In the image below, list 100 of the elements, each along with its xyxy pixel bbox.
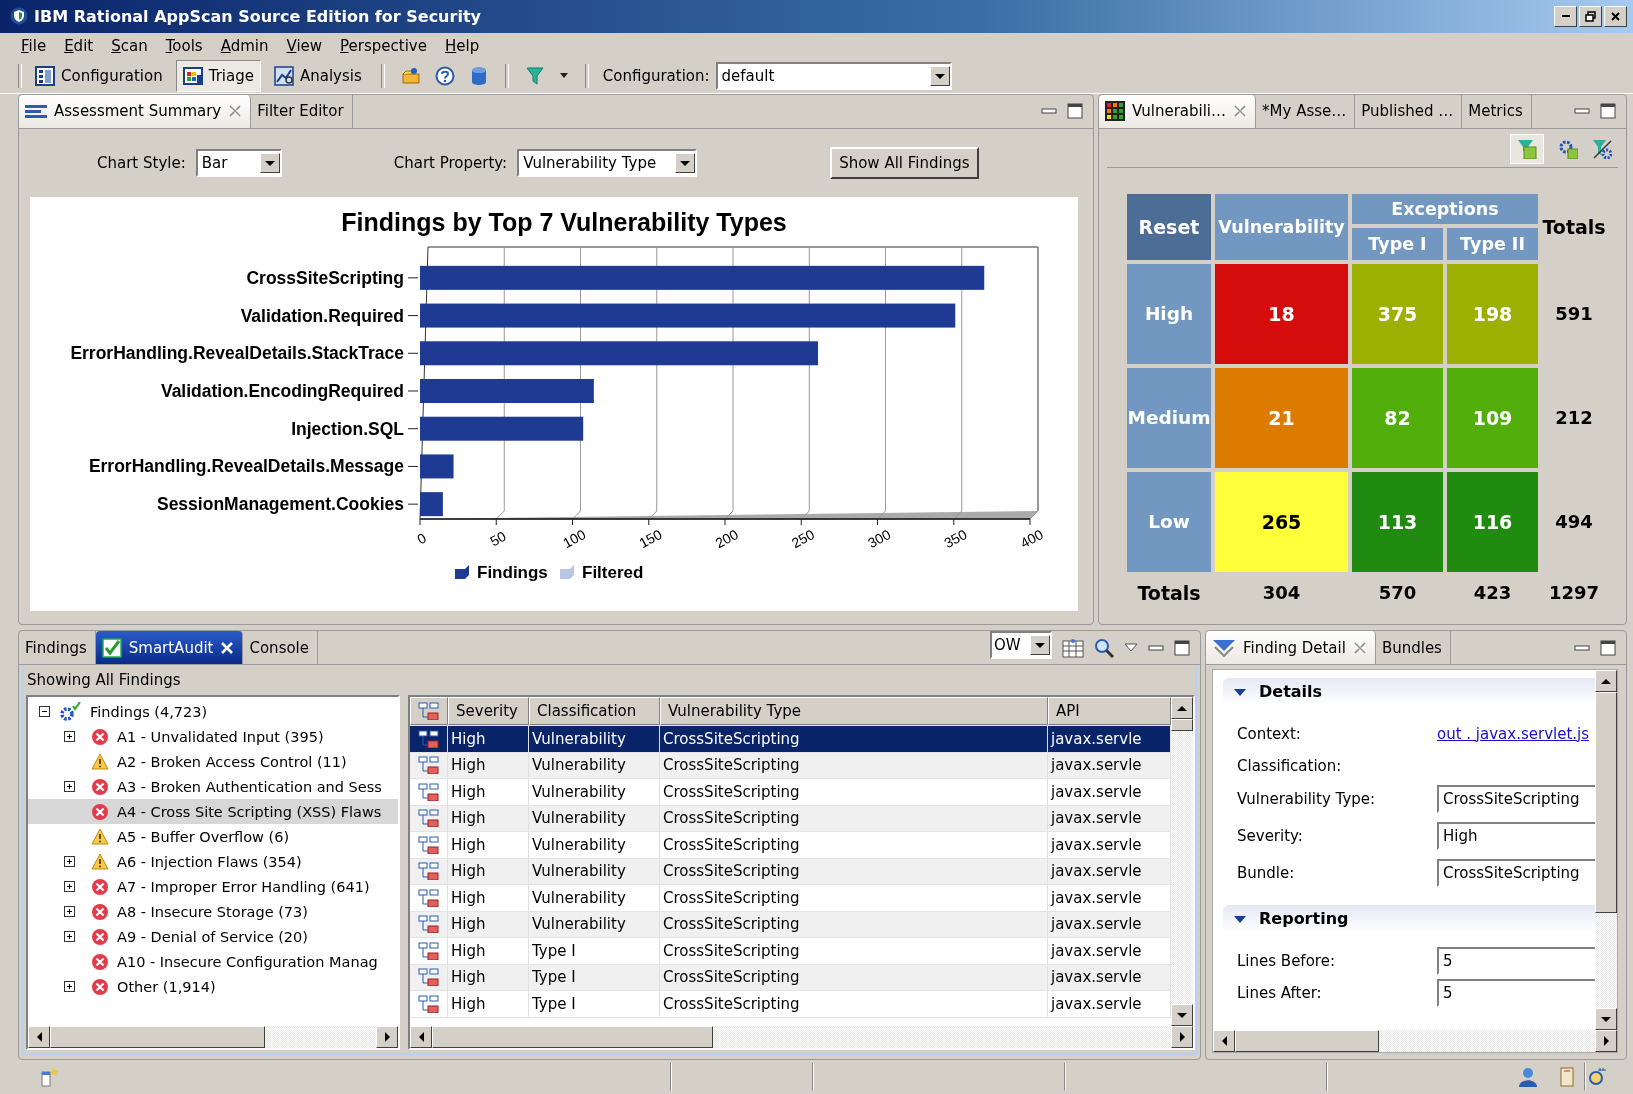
scrollbar-thumb[interactable] bbox=[1235, 1030, 1379, 1053]
tree-item[interactable]: Findings (4,723) bbox=[28, 699, 398, 725]
restore-button[interactable] bbox=[1579, 5, 1602, 27]
scroll-right-button[interactable] bbox=[1171, 1026, 1193, 1049]
vertical-scrollbar[interactable] bbox=[1595, 670, 1617, 1031]
table-row[interactable]: High Vulnerability CrossSiteScripting javax.servle bbox=[410, 805, 1171, 833]
scroll-down-button[interactable] bbox=[1171, 1004, 1193, 1027]
filter-gear-icon[interactable] bbox=[1592, 138, 1612, 159]
tab[interactable]: SmartAudit bbox=[95, 631, 244, 665]
scroll-left-button[interactable] bbox=[410, 1026, 432, 1049]
show-all-findings-button[interactable]: Show All Findings bbox=[830, 146, 979, 179]
minimize-icon[interactable] bbox=[1574, 642, 1590, 653]
column-header[interactable]: Classification bbox=[529, 697, 660, 726]
minimize-icon[interactable] bbox=[1148, 642, 1164, 653]
chart-property-dropdown[interactable]: Vulnerability Type bbox=[517, 148, 698, 177]
scrollbar-thumb[interactable] bbox=[432, 1026, 713, 1049]
chart-style-dropdown[interactable]: Bar bbox=[195, 148, 282, 177]
tree-item[interactable]: A10 - Insecure Configuration Manag bbox=[28, 949, 398, 975]
caret-icon[interactable] bbox=[558, 72, 569, 80]
scrollbar-thumb[interactable] bbox=[50, 1026, 266, 1049]
tab[interactable]: Published … bbox=[1355, 94, 1463, 128]
tab[interactable]: Metrics bbox=[1462, 94, 1532, 128]
perspective-button[interactable]: Configuration bbox=[28, 59, 170, 92]
tab[interactable]: *My Asse… bbox=[1256, 94, 1356, 128]
matrix-cell[interactable]: 116 bbox=[1447, 471, 1538, 572]
tree-item[interactable]: A4 - Cross Site Scripting (XSS) Flaws bbox=[28, 799, 398, 825]
configuration-dropdown[interactable]: default bbox=[715, 61, 952, 90]
table-row[interactable]: High Vulnerability CrossSiteScripting javax.servle bbox=[410, 726, 1171, 753]
maximize-icon[interactable] bbox=[1600, 103, 1616, 120]
minimize-icon[interactable] bbox=[1574, 106, 1590, 117]
menu-item[interactable]: Admin bbox=[211, 36, 278, 55]
menu-item[interactable]: View bbox=[277, 36, 332, 55]
close-icon[interactable] bbox=[220, 640, 235, 655]
collapse-triangle-icon[interactable] bbox=[1233, 913, 1247, 924]
table-row[interactable]: High Vulnerability CrossSiteScripting javax.servle bbox=[410, 858, 1171, 886]
scroll-left-button[interactable] bbox=[28, 1026, 50, 1049]
table-row[interactable]: High Type I CrossSiteScripting javax.servle bbox=[410, 991, 1171, 1018]
tab[interactable]: Bundles bbox=[1375, 631, 1451, 665]
scroll-left-button[interactable] bbox=[1213, 1030, 1235, 1053]
text-field[interactable]: CrossSiteScripting bbox=[1437, 858, 1595, 887]
new-window-icon[interactable] bbox=[40, 1067, 60, 1088]
tree-item[interactable]: A7 - Improper Error Handling (641) bbox=[28, 874, 398, 900]
scrollbar-thumb[interactable] bbox=[1171, 719, 1193, 731]
table-row[interactable]: High Vulnerability CrossSiteScripting javax.servle bbox=[410, 752, 1171, 780]
table-row[interactable]: High Vulnerability CrossSiteScripting javax.servle bbox=[410, 832, 1171, 859]
person-icon[interactable] bbox=[1518, 1067, 1538, 1088]
help-icon[interactable] bbox=[434, 65, 455, 86]
tree-item[interactable]: A2 - Broken Access Control (11) bbox=[28, 749, 398, 775]
scroll-right-button[interactable] bbox=[376, 1026, 398, 1049]
expand-icon[interactable] bbox=[64, 931, 75, 943]
perspective-button[interactable]: Triage bbox=[175, 59, 261, 92]
scroll-up-button[interactable] bbox=[1595, 670, 1617, 693]
table-row[interactable]: High Vulnerability CrossSiteScripting javax.servle bbox=[410, 885, 1171, 912]
expand-icon[interactable] bbox=[64, 856, 75, 868]
tab[interactable]: Console bbox=[243, 631, 318, 665]
tree-item[interactable]: A6 - Injection Flaws (354) bbox=[28, 849, 398, 875]
column-header[interactable] bbox=[410, 697, 448, 726]
table-row[interactable]: High Vulnerability CrossSiteScripting javax.servle bbox=[410, 779, 1171, 806]
tree-item[interactable]: A8 - Insecure Storage (73) bbox=[28, 899, 398, 925]
column-header[interactable]: Vulnerability Type bbox=[660, 697, 1048, 726]
text-field[interactable]: 5 bbox=[1437, 946, 1595, 975]
tree-item[interactable]: Other (1,914) bbox=[28, 974, 398, 1000]
view-toggle-button[interactable] bbox=[1510, 133, 1544, 164]
scroll-up-button[interactable] bbox=[1171, 697, 1193, 720]
gear-grid-icon[interactable] bbox=[1558, 138, 1578, 159]
maximize-icon[interactable] bbox=[1174, 639, 1190, 656]
expand-icon[interactable] bbox=[64, 906, 75, 918]
tab[interactable]: Vulnerabili… bbox=[1099, 94, 1257, 128]
collapse-icon[interactable] bbox=[39, 706, 50, 718]
expand-icon[interactable] bbox=[64, 981, 75, 993]
table-row[interactable]: High Vulnerability CrossSiteScripting javax.servle bbox=[410, 911, 1171, 939]
tab[interactable]: Assessment Summary bbox=[19, 94, 252, 128]
text-field[interactable]: High bbox=[1437, 821, 1595, 850]
horizontal-scrollbar[interactable] bbox=[28, 1026, 398, 1049]
table-row[interactable]: High Type I CrossSiteScripting javax.servle bbox=[410, 938, 1171, 965]
menu-item[interactable]: Help bbox=[435, 36, 489, 55]
menu-item[interactable]: Tools bbox=[156, 36, 212, 55]
tree-item[interactable]: A3 - Broken Authentication and Sess bbox=[28, 774, 398, 800]
maximize-icon[interactable] bbox=[1067, 103, 1083, 120]
perspective-button[interactable]: Analysis bbox=[266, 59, 369, 92]
collapse-triangle-icon[interactable] bbox=[1233, 686, 1247, 697]
text-field[interactable]: 5 bbox=[1437, 979, 1595, 1008]
view-dropdown[interactable]: OW bbox=[990, 631, 1052, 660]
maximize-icon[interactable] bbox=[1600, 639, 1616, 656]
column-header[interactable]: Severity bbox=[448, 697, 529, 726]
menu-item[interactable]: Edit bbox=[55, 36, 103, 55]
matrix-cell[interactable]: 265 bbox=[1215, 471, 1348, 572]
tab[interactable]: Finding Detail bbox=[1206, 631, 1376, 665]
column-header[interactable]: API bbox=[1048, 697, 1171, 726]
matrix-cell[interactable]: 18 bbox=[1215, 263, 1348, 364]
tab[interactable]: Findings bbox=[19, 631, 96, 665]
search-icon[interactable] bbox=[1094, 637, 1114, 658]
menu-item[interactable]: Scan bbox=[102, 36, 157, 55]
horizontal-scrollbar[interactable] bbox=[410, 1026, 1193, 1049]
horizontal-scrollbar[interactable] bbox=[1213, 1030, 1617, 1053]
scroll-down-button[interactable] bbox=[1595, 1008, 1617, 1031]
tree-item[interactable]: A9 - Denial of Service (20) bbox=[28, 924, 398, 950]
scrollbar-thumb[interactable] bbox=[1595, 692, 1617, 914]
table-row[interactable]: High Type I CrossSiteScripting javax.servle bbox=[410, 964, 1171, 992]
expand-icon[interactable] bbox=[64, 781, 75, 793]
